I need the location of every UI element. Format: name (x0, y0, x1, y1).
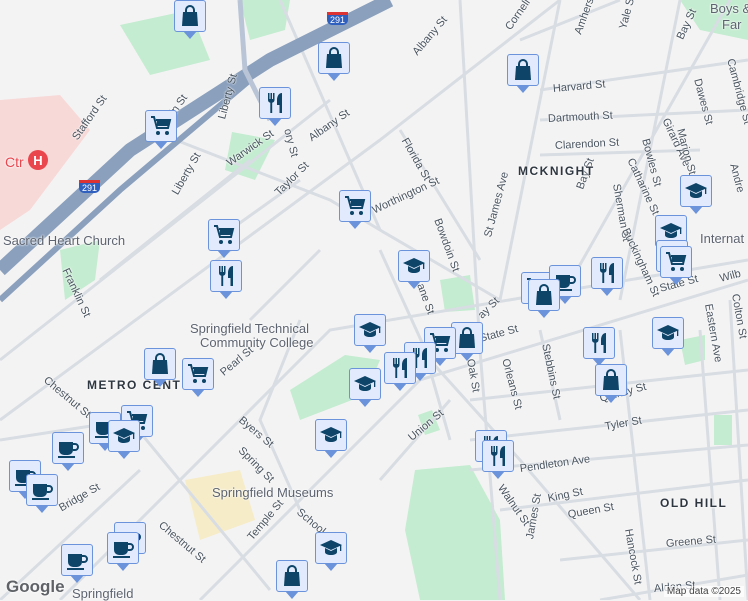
coffee-cup-icon (56, 436, 80, 460)
map-pin-cart[interactable] (208, 219, 240, 258)
map-pin-school[interactable] (315, 532, 347, 571)
neighborhood-label-mcknight: MCKNIGHT (518, 164, 595, 178)
map-pin-cart[interactable] (660, 246, 692, 285)
interstate-shield: 291 (79, 180, 101, 193)
map-pin-school[interactable] (349, 368, 381, 407)
map-pin-bag[interactable] (144, 348, 176, 387)
map-pin-bag[interactable] (595, 364, 627, 403)
map-pin-bag[interactable] (276, 560, 308, 599)
coffee-cup-icon (65, 548, 89, 572)
hospital-icon[interactable]: H (28, 150, 48, 170)
interstate-shield-top: 291 (327, 12, 349, 25)
poi-label-church: Sacred Heart Church (3, 233, 126, 248)
poi-label-springfield: Springfield (72, 586, 134, 601)
shopping-bag-icon (280, 564, 304, 588)
map-pin-bag[interactable] (528, 279, 560, 318)
map-pin-school[interactable] (680, 175, 712, 214)
graduation-cap-icon (358, 318, 382, 342)
map-pin-bag[interactable] (174, 0, 206, 39)
roads (0, 0, 748, 600)
graduation-cap-icon (684, 179, 708, 203)
shopping-cart-icon (212, 223, 236, 247)
map-pin-school[interactable] (108, 420, 140, 459)
map-attribution[interactable]: Map data ©2025 (663, 586, 744, 597)
shopping-bag-icon (599, 368, 623, 392)
map-pin-cup[interactable] (26, 474, 58, 513)
neighborhood-label-boys: Boys & (710, 1, 748, 16)
fork-knife-icon (595, 261, 619, 285)
fork-knife-icon (263, 91, 287, 115)
map-canvas[interactable] (0, 0, 748, 600)
graduation-cap-icon (353, 372, 377, 396)
shopping-bag-icon (511, 58, 535, 82)
graduation-cap-icon (656, 321, 680, 345)
shopping-cart-icon (186, 362, 210, 386)
map-pin-restaurant[interactable] (482, 440, 514, 479)
map-pin-restaurant[interactable] (583, 327, 615, 366)
poi-label-stcc2: Community College (200, 335, 314, 350)
graduation-cap-icon (319, 423, 343, 447)
poi-label-stcc1: Springfield Technical (190, 321, 309, 336)
shopping-bag-icon (455, 326, 479, 350)
neighborhood-label-boys2: Far (722, 17, 742, 32)
shopping-bag-icon (178, 4, 202, 28)
map-pin-restaurant[interactable] (259, 87, 291, 126)
neighborhood-label-oldhill: OLD HILL (660, 496, 728, 510)
shopping-cart-icon (149, 114, 173, 138)
poi-label-museums: Springfield Museums (212, 485, 334, 500)
poi-label-internat: Internat (700, 231, 745, 246)
graduation-cap-icon (319, 536, 343, 560)
map-pin-school[interactable] (398, 250, 430, 289)
graduation-cap-icon (402, 254, 426, 278)
map-pin-school[interactable] (354, 314, 386, 353)
map-pin-cart[interactable] (182, 358, 214, 397)
map-pin-school[interactable] (652, 317, 684, 356)
shopping-bag-icon (148, 352, 172, 376)
fork-knife-icon (388, 356, 412, 380)
map-pin-cart[interactable] (145, 110, 177, 149)
hospital-label: Ctr (5, 154, 24, 170)
fork-knife-icon (214, 264, 238, 288)
shopping-cart-icon (343, 194, 367, 218)
shopping-cart-icon (664, 250, 688, 274)
google-logo[interactable]: Google (6, 577, 65, 597)
map-pin-cup[interactable] (107, 532, 139, 571)
map-pin-cart[interactable] (339, 190, 371, 229)
map-pin-restaurant[interactable] (591, 257, 623, 296)
graduation-cap-icon (112, 424, 136, 448)
map-pin-cup[interactable] (52, 432, 84, 471)
map-pin-restaurant[interactable] (384, 352, 416, 391)
coffee-cup-icon (111, 536, 135, 560)
map-pin-cup[interactable] (61, 544, 93, 583)
shopping-bag-icon (532, 283, 556, 307)
map-pin-school[interactable] (315, 419, 347, 458)
shopping-bag-icon (322, 46, 346, 70)
coffee-cup-icon (30, 478, 54, 502)
neighborhood-label-metro: METRO CENT (87, 378, 182, 392)
map-pin-bag[interactable] (318, 42, 350, 81)
map-pin-bag[interactable] (507, 54, 539, 93)
fork-knife-icon (486, 444, 510, 468)
map-pin-restaurant[interactable] (210, 260, 242, 299)
fork-knife-icon (587, 331, 611, 355)
